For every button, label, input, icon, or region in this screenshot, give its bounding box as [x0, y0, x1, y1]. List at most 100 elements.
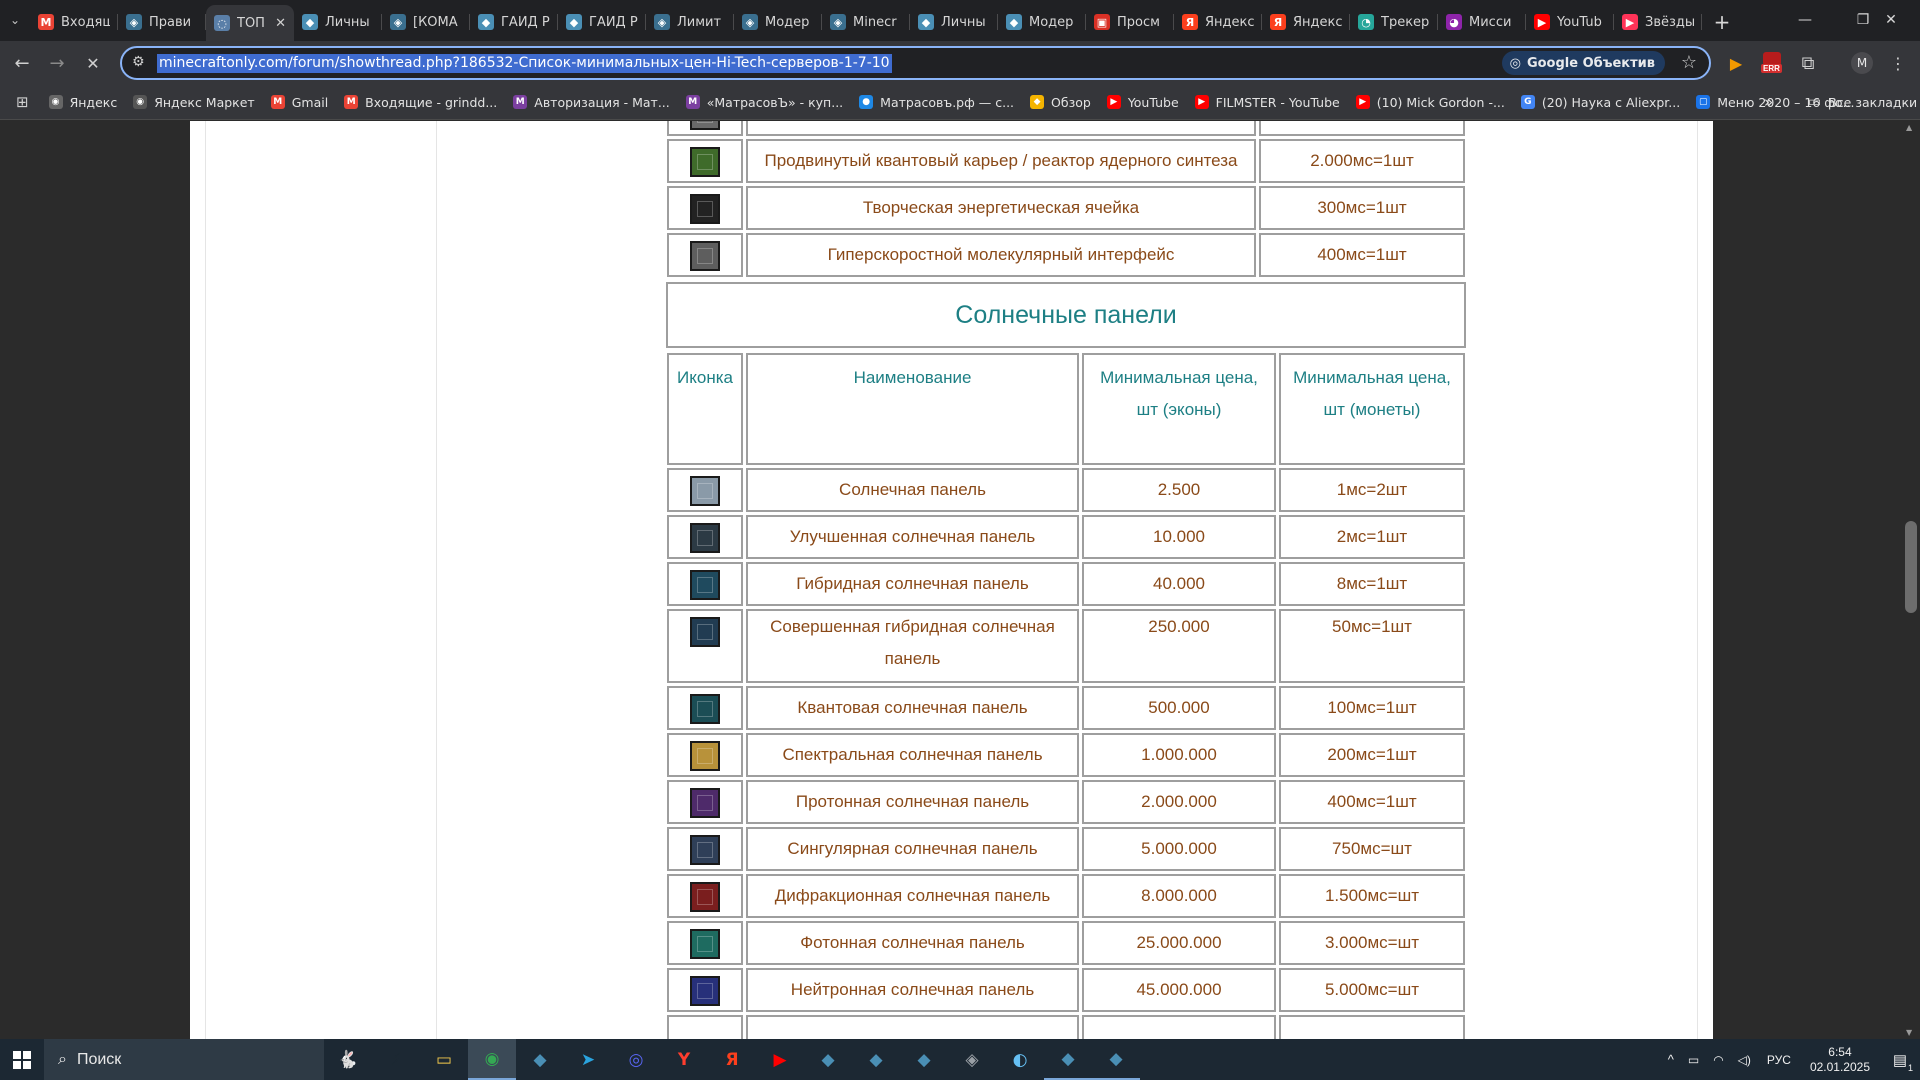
taskbar-app-game2-icon: ◆ — [821, 1049, 835, 1070]
start-button[interactable] — [0, 1039, 44, 1080]
battery-icon[interactable]: ▭ — [1681, 1053, 1706, 1067]
bookmark-4[interactable]: M Авторизация - Мат... — [505, 88, 677, 116]
apps-grid-icon[interactable]: ⊞ — [0, 88, 41, 116]
taskbar-app-yandex-browser[interactable]: Y — [660, 1039, 708, 1080]
bookmark-star-icon[interactable]: ☆ — [1681, 52, 1697, 73]
minimize-button[interactable]: — — [1776, 0, 1834, 40]
back-arrow-icon[interactable]: ← — [7, 48, 37, 78]
tab-1[interactable]: ◈ Прави — [118, 5, 206, 39]
google-lens-button[interactable]: ◎ Google Объектив — [1501, 51, 1665, 75]
clock[interactable]: 6:54 02.01.2025 — [1800, 1045, 1880, 1075]
tab-8[interactable]: ◈ Модер — [734, 5, 822, 39]
taskbar-app-shield[interactable]: ◈ — [948, 1039, 996, 1080]
bookmark-0[interactable]: ◉ Яндекс — [41, 88, 126, 116]
tab-4[interactable]: ◈ [КОМА — [382, 5, 470, 39]
wifi-icon[interactable]: ◠ — [1706, 1053, 1730, 1067]
empty-cell — [1279, 1015, 1465, 1039]
tab-2[interactable]: ◌ ТОП ✕ — [206, 5, 294, 41]
tray-overflow-icon[interactable]: ^ — [1661, 1052, 1681, 1067]
tab-9[interactable]: ◈ Minecr — [822, 5, 910, 39]
stop-loading-icon[interactable]: ✕ — [78, 48, 108, 78]
bookmark-6[interactable]: ● Матрасовъ.рф — с... — [851, 88, 1022, 116]
tab-7[interactable]: ◈ Лимит — [646, 5, 734, 39]
bookmark-3[interactable]: M Входящие - grindd... — [336, 88, 505, 116]
bookmark-1[interactable]: ◉ Яндекс Маркет — [125, 88, 263, 116]
bookmark-2[interactable]: M Gmail — [263, 88, 336, 116]
bookmark-9[interactable]: ▶ FILMSTER - YouTube — [1187, 88, 1348, 116]
tab-11[interactable]: ◆ Модер — [998, 5, 1086, 39]
taskbar-app-discord[interactable]: ◎ — [612, 1039, 660, 1080]
volume-icon[interactable]: ◁) — [1731, 1053, 1758, 1067]
extension-player-icon[interactable]: ▶ — [1721, 48, 1751, 78]
item-block-icon — [690, 193, 720, 224]
tab-favicon-icon: M — [38, 14, 54, 30]
taskbar-search[interactable]: ⌕ Поиск — [44, 1039, 324, 1080]
tab-0[interactable]: M Входящ — [30, 5, 118, 39]
language-indicator[interactable]: РУС — [1758, 1053, 1800, 1067]
bookmark-8[interactable]: ▶ YouTube — [1099, 88, 1187, 116]
taskbar-app-winamp[interactable]: ⚡ — [372, 1039, 420, 1080]
menu-kebab-icon[interactable]: ⋮ — [1883, 48, 1913, 78]
address-bar[interactable]: ⚙ minecraftonly.com/forum/showthread.php… — [120, 46, 1711, 80]
panel-name: Солнечная панель — [746, 468, 1079, 512]
taskbar-app-discord-icon: ◎ — [628, 1049, 644, 1070]
extension-err-icon[interactable]: ERR — [1757, 48, 1787, 78]
scroll-up-arrow-icon[interactable]: ▲ — [1906, 123, 1912, 132]
taskbar-app-game5[interactable]: ◆ — [1044, 1039, 1092, 1080]
taskbar-app-lively[interactable]: 🐇 — [324, 1039, 372, 1080]
ext-err-badge: ERR — [1761, 64, 1782, 73]
tab-17[interactable]: ▶ YouTub — [1526, 5, 1614, 39]
tab-search-dropdown[interactable]: ⌄ — [0, 3, 30, 37]
taskbar-app-lively-icon: 🐇 — [337, 1049, 359, 1070]
taskbar-app-steam[interactable]: ◐ — [996, 1039, 1044, 1080]
bookmarks-overflow[interactable]: » — [1756, 88, 1781, 116]
taskbar-app-chrome[interactable]: ◉ — [468, 1039, 516, 1080]
new-tab-button[interactable]: + — [1706, 5, 1738, 39]
bookmark-10[interactable]: ▶ (10) Mick Gordon -... — [1348, 88, 1513, 116]
tab-3[interactable]: ◆ Личны — [294, 5, 382, 39]
taskbar-app-explorer-icon: ▭ — [435, 1049, 453, 1070]
tab-favicon-icon: ▶ — [1622, 14, 1638, 30]
panel-name: Улучшенная солнечная панель — [746, 515, 1079, 559]
item-icon-cell — [667, 139, 743, 183]
tab-5[interactable]: ◆ ГАЙД Р — [470, 5, 558, 39]
tab-close-icon[interactable]: ✕ — [275, 16, 286, 31]
page-scrollbar[interactable]: ▲ ▼ — [1902, 121, 1920, 1039]
taskbar-app-game3[interactable]: ◆ — [852, 1039, 900, 1080]
tab-14[interactable]: Я Яндекс — [1262, 5, 1350, 39]
tab-18[interactable]: ▶ Звёзды — [1614, 5, 1702, 39]
url-text[interactable]: minecraftonly.com/forum/showthread.php?1… — [157, 54, 892, 73]
item-block-icon — [690, 121, 720, 130]
tab-6[interactable]: ◆ ГАЙД Р — [558, 5, 646, 39]
scroll-down-arrow-icon[interactable]: ▼ — [1906, 1028, 1912, 1037]
tab-12[interactable]: ▣ Просм — [1086, 5, 1174, 39]
close-window-button[interactable]: ✕ — [1862, 0, 1920, 40]
bookmark-11[interactable]: G (20) Наука с Aliexpr... — [1513, 88, 1688, 116]
tab-10[interactable]: ◆ Личны — [910, 5, 998, 39]
item-icon-cell — [667, 186, 743, 230]
taskbar-app-game2[interactable]: ◆ — [804, 1039, 852, 1080]
forward-arrow-icon[interactable]: → — [42, 48, 72, 78]
bookmark-5[interactable]: M «МатрасовЪ» - куп... — [678, 88, 851, 116]
taskbar-app-chrome-icon: ◉ — [484, 1048, 500, 1069]
extensions-puzzle-icon[interactable]: ⧉ — [1793, 48, 1823, 78]
tab-13[interactable]: Я Яндекс — [1174, 5, 1262, 39]
scrollbar-thumb[interactable] — [1905, 521, 1917, 613]
page-viewport: Продвинутый квантовый карьер / реактор я… — [0, 121, 1920, 1039]
taskbar-app-game4[interactable]: ◆ — [900, 1039, 948, 1080]
content-border-left — [436, 121, 437, 1039]
taskbar-app-explorer[interactable]: ▭ — [420, 1039, 468, 1080]
all-bookmarks-button[interactable]: ▭ Все закладки — [1800, 88, 1920, 116]
tab-16[interactable]: ◕ Мисси — [1438, 5, 1526, 39]
taskbar-app-yandex[interactable]: Я — [708, 1039, 756, 1080]
bookmark-7[interactable]: ◆ Обзор — [1022, 88, 1099, 116]
taskbar-app-youtube[interactable]: ▶ — [756, 1039, 804, 1080]
taskbar-app-game1[interactable]: ◆ — [516, 1039, 564, 1080]
taskbar-app-game6[interactable]: ◆ — [1092, 1039, 1140, 1080]
taskbar-app-telegram[interactable]: ➤ — [564, 1039, 612, 1080]
notification-center-button[interactable]: ▤ 1 — [1880, 1039, 1920, 1080]
profile-avatar[interactable]: M — [1847, 48, 1877, 78]
site-info-icon[interactable]: ⚙ — [132, 54, 145, 70]
tab-15[interactable]: ◔ Трекер — [1350, 5, 1438, 39]
solar-panel-icon — [690, 475, 720, 506]
